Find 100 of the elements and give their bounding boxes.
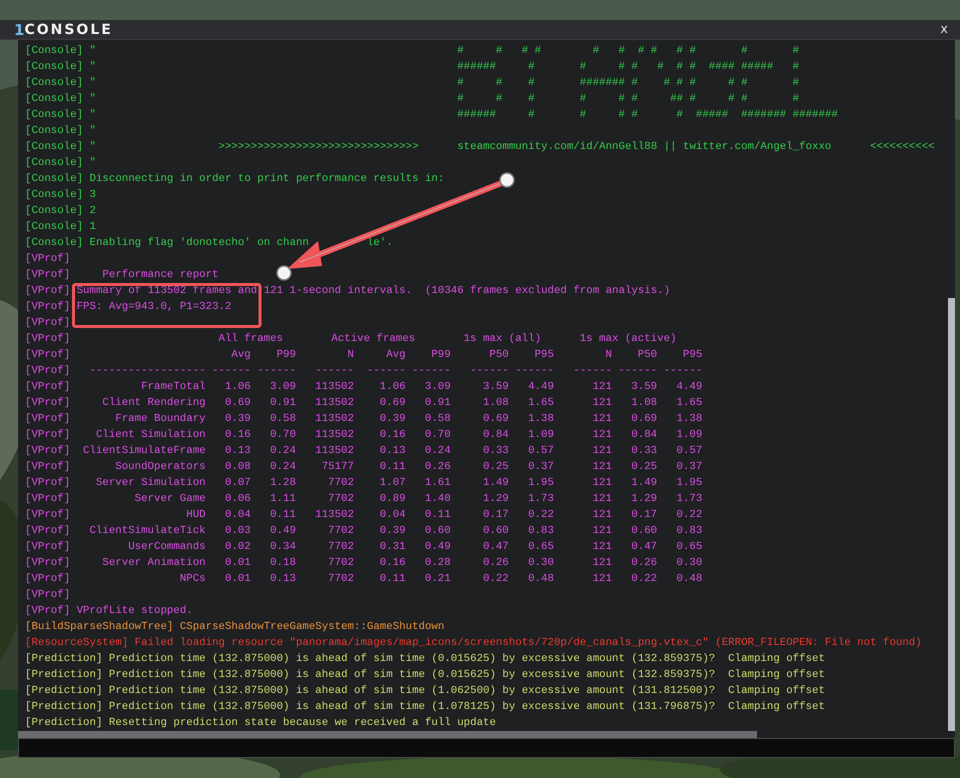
log-line: [Console] " ###### # # # # # # # #### ##### # xyxy=(25,60,800,76)
table-cell-text: 0.89 xyxy=(378,492,406,508)
log-line: [Prediction] Resetting prediction state because we received a full update xyxy=(25,716,497,732)
table-cell-text: 75177 xyxy=(320,460,354,476)
log-prefix: [VProf] xyxy=(25,348,72,364)
table-cell-text: 113502 xyxy=(314,428,354,444)
column-group-header: All frames xyxy=(218,332,284,348)
column-header: Avg xyxy=(230,348,251,364)
column-group-header: 1s max (all) xyxy=(462,332,542,348)
log-line: [VProf] xyxy=(25,588,72,604)
table-cell-text: 0.02 xyxy=(224,540,251,556)
table-cell-text: 4.49 xyxy=(527,380,554,396)
log-line: [VProf] xyxy=(25,252,72,268)
table-cell-text: 0.31 xyxy=(378,540,406,556)
table-cell-text: 0.83 xyxy=(675,524,702,540)
column-header: P50 xyxy=(488,348,509,364)
table-cell-text: 0.11 xyxy=(424,508,451,524)
table-cell-text: 0.91 xyxy=(424,396,451,412)
table-cell-text: 1.40 xyxy=(424,492,451,508)
table-cell-text: 121 xyxy=(592,412,612,428)
log-prefix: [VProf] xyxy=(25,428,72,444)
log-line: [Prediction] Prediction time (132.875000) is ahead of sim time (0.015625) by excessive amount (132.859375)? Clamping offset xyxy=(25,652,826,668)
table-cell-text: 1.06 xyxy=(378,380,406,396)
table-cell-text: 121 xyxy=(592,396,612,412)
close-button[interactable]: x xyxy=(938,22,950,38)
table-cell-text: 0.16 xyxy=(378,428,406,444)
table-cell-text: 0.04 xyxy=(224,508,251,524)
table-cell-text: 0.57 xyxy=(527,444,554,460)
row-label: Server Animation xyxy=(101,556,206,572)
table-cell-text: 1.73 xyxy=(527,492,554,508)
table-cell-text: 0.01 xyxy=(224,556,251,572)
table-cell-text: 0.21 xyxy=(424,572,451,588)
table-cell-text: 1.29 xyxy=(630,492,658,508)
table-cell-text: 121 xyxy=(592,460,612,476)
table-cell-text: 0.18 xyxy=(269,556,296,572)
row-label: SoundOperators xyxy=(114,460,206,476)
table-cell-text: 113502 xyxy=(314,412,354,428)
table-cell-text: 0.37 xyxy=(675,460,702,476)
table-cell-text: 0.25 xyxy=(482,460,509,476)
table-cell-text: 0.70 xyxy=(424,428,451,444)
table-cell-text: 0.48 xyxy=(675,572,702,588)
log-line: [VProf] Performance report xyxy=(25,268,220,284)
table-cell-text: 0.60 xyxy=(630,524,658,540)
log-line: [BuildSparseShadowTree] CSparseShadowTreeGameSystem::GameShutdown xyxy=(25,620,446,636)
table-cell-text: 121 xyxy=(592,428,612,444)
table-cell-text: 1.28 xyxy=(269,476,296,492)
table-cell-text: 113502 xyxy=(314,380,354,396)
table-cell-text: 7702 xyxy=(327,540,354,556)
table-cell-text: 0.24 xyxy=(424,444,451,460)
table-cell-text: 1.38 xyxy=(527,412,554,428)
table-cell-text: 7702 xyxy=(327,556,354,572)
row-label: NPCs xyxy=(178,572,206,588)
table-cell-text: 1.38 xyxy=(675,412,702,428)
row-label: HUD xyxy=(185,508,206,524)
table-cell-text: 1.09 xyxy=(527,428,554,444)
log-line: [Console] " xyxy=(25,156,97,172)
table-cell-text: 3.09 xyxy=(424,380,451,396)
table-cell-text: 1.65 xyxy=(527,396,554,412)
header-rule: ------ xyxy=(211,364,251,380)
log-line: [Console] " # # # ####### # # # # # # # xyxy=(25,76,800,92)
console-input-field[interactable] xyxy=(18,738,955,758)
table-cell-text: 0.39 xyxy=(224,412,251,428)
table-cell-text: 0.24 xyxy=(269,460,296,476)
table-cell-text: 1.61 xyxy=(424,476,451,492)
table-cell-text: 0.69 xyxy=(378,396,406,412)
header-rule: ------ xyxy=(662,364,702,380)
table-cell-text: 1.49 xyxy=(630,476,658,492)
column-group-header: Active frames xyxy=(330,332,416,348)
table-cell-text: 0.11 xyxy=(378,572,406,588)
row-label: FrameTotal xyxy=(140,380,206,396)
header-rule: ------ xyxy=(314,364,354,380)
header-rule: ------ xyxy=(617,364,658,380)
log-line: [VProf] xyxy=(25,316,72,332)
table-cell-text: 0.26 xyxy=(630,556,658,572)
table-cell-text: 0.01 xyxy=(224,572,251,588)
table-cell-text: 0.39 xyxy=(378,524,406,540)
table-cell-text: 0.13 xyxy=(378,444,406,460)
table-cell-text: 4.49 xyxy=(675,380,702,396)
log-line: [Console] " >>>>>>>>>>>>>>>>>>>>>>>>>>>>>>> steamcommunity.com/id/AnnGell88 || twitter.com/Angel_foxxo <<<<<<<<<< xyxy=(25,140,936,156)
table-cell-text: 3.59 xyxy=(630,380,658,396)
table-cell-text: 0.70 xyxy=(269,428,296,444)
table-cell-text: 0.24 xyxy=(269,444,296,460)
log-prefix: [VProf] xyxy=(25,412,72,428)
table-cell-text: 0.65 xyxy=(675,540,702,556)
table-cell-text: 121 xyxy=(592,508,612,524)
table-cell-text: 0.30 xyxy=(675,556,702,572)
table-cell-text: 7702 xyxy=(327,476,354,492)
table-cell-text: 113502 xyxy=(314,508,354,524)
column-header: Avg xyxy=(385,348,406,364)
log-prefix: [VProf] xyxy=(25,556,72,572)
log-line: [Console] Enabling flag 'donotecho' on chann le'. xyxy=(25,236,394,252)
row-label: Server Game xyxy=(134,492,206,508)
table-cell-text: 121 xyxy=(592,540,612,556)
table-cell-text: 0.07 xyxy=(224,476,251,492)
log-line: [VProf] FPS: Avg=943.0, P1=323.2 xyxy=(25,300,232,316)
column-header: P99 xyxy=(276,348,296,364)
log-prefix: [VProf] xyxy=(25,572,72,588)
table-cell-text: 3.09 xyxy=(269,380,296,396)
table-cell-text: 1.73 xyxy=(675,492,702,508)
table-cell-text: 0.57 xyxy=(675,444,702,460)
